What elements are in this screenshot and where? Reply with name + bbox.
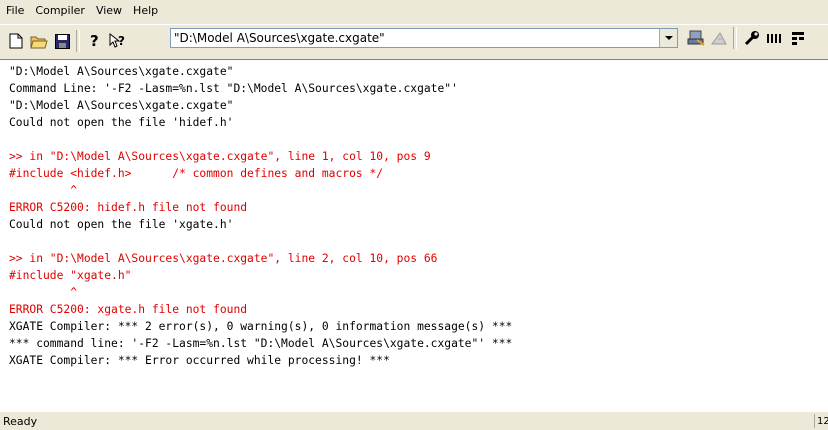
toolbar-separator [733,27,737,49]
output-line: "D:\Model A\Sources\xgate.cxgate" [9,65,234,78]
output-line: >> in "D:\Model A\Sources\xgate.cxgate",… [9,252,438,265]
save-icon[interactable] [51,30,73,52]
output-line: #include "xgate.h" [9,269,132,282]
compile-icon[interactable] [685,27,707,49]
new-file-icon[interactable] [5,30,27,52]
messages-icon[interactable] [764,27,786,49]
output-line: ERROR C5200: hidef.h file not found [9,201,248,214]
menu-view[interactable]: View [90,0,127,22]
source-file-value[interactable]: "D:\Model A\Sources\xgate.cxgate" [171,31,659,45]
grid-icon[interactable] [787,27,809,49]
output-line: #include <hidef.h> /* common defines and… [9,167,384,180]
menu-file[interactable]: File [0,0,29,22]
output-line: *** command line: '-F2 -Lasm=%n.lst "D:\… [9,337,513,350]
output-line: >> in "D:\Model A\Sources\xgate.cxgate",… [9,150,431,163]
context-help-icon[interactable]: ? [107,30,129,52]
output-line: XGATE Compiler: *** Error occurred while… [9,354,390,367]
output-line: Command Line: '-F2 -Lasm=%n.lst "D:\Mode… [9,82,458,95]
output-line: Could not open the file 'xgate.h' [9,218,234,231]
toolbar-separator [76,30,80,52]
status-panel: 12 [814,414,828,428]
options-icon[interactable] [741,27,763,49]
svg-text:?: ? [90,33,99,49]
output-line: Could not open the file 'hidef.h' [9,116,234,129]
output-line: XGATE Compiler: *** 2 error(s), 0 warnin… [9,320,513,333]
output-line: "D:\Model A\Sources\xgate.cxgate" [9,99,234,112]
svg-text:?: ? [118,34,125,48]
compiler-output[interactable]: "D:\Model A\Sources\xgate.cxgate" Command… [0,59,828,412]
open-folder-icon[interactable] [28,30,50,52]
cancel-compile-icon [708,27,730,49]
output-line: ^ [9,286,78,299]
status-bar: Ready 12 [0,412,828,428]
menu-compiler[interactable]: Compiler [29,0,90,22]
output-line: ERROR C5200: xgate.h file not found [9,303,248,316]
output-line: ^ [9,184,78,197]
chevron-down-icon[interactable] [659,29,677,47]
help-icon[interactable]: ? [84,30,106,52]
menu-help[interactable]: Help [127,0,163,22]
menu-bar: File Compiler View Help [0,0,828,22]
toolbar-right-group [684,26,809,50]
source-file-combo[interactable]: "D:\Model A\Sources\xgate.cxgate" [170,28,678,48]
